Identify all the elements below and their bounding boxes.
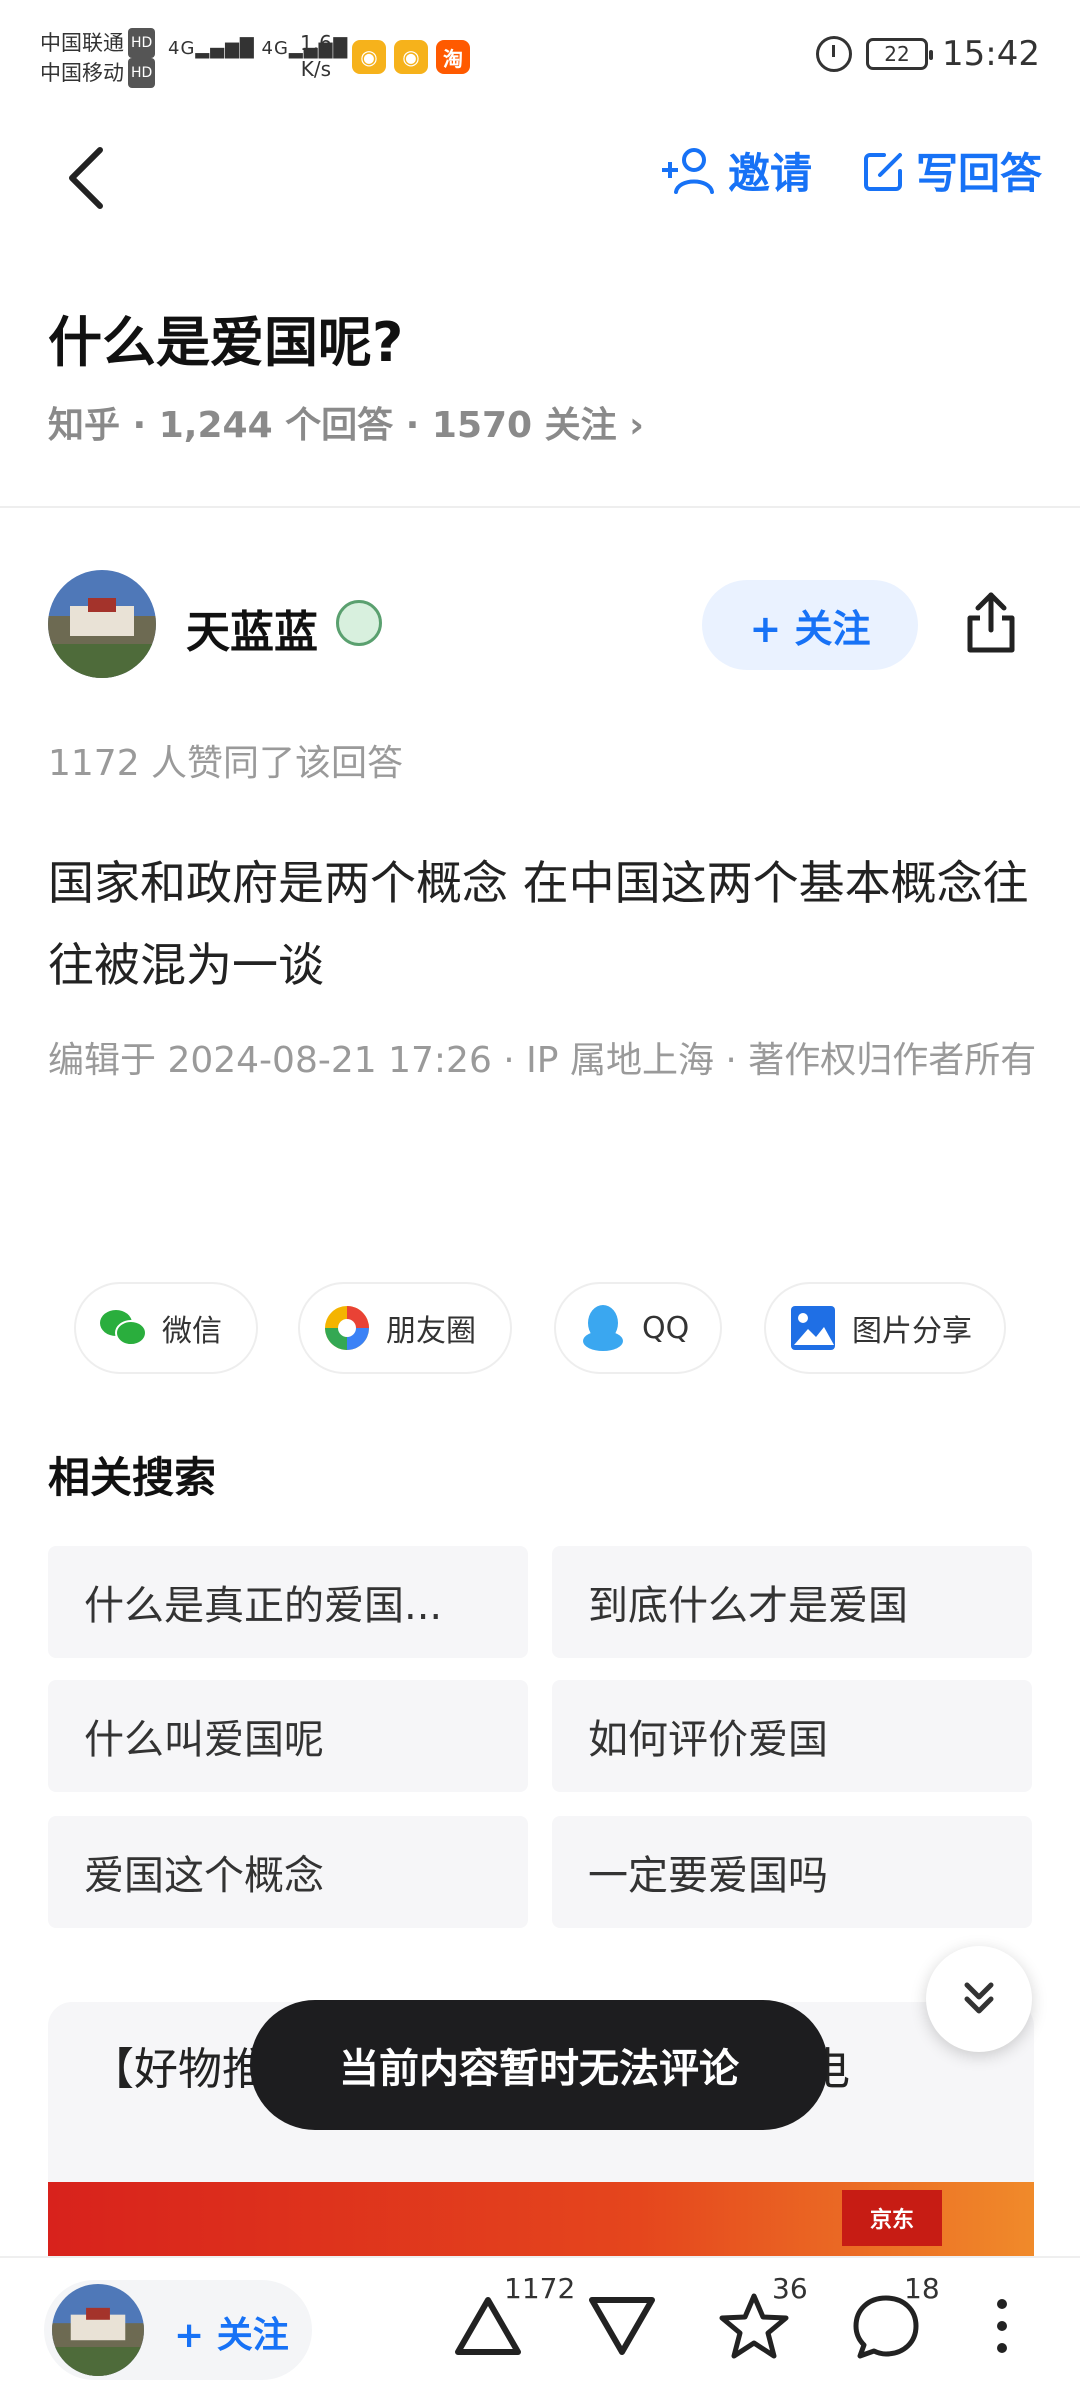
nav-actions: 邀请 写回答 bbox=[660, 140, 1042, 201]
upvote-count: 1172 bbox=[504, 2272, 576, 2305]
invite-label: 邀请 bbox=[727, 149, 812, 198]
status-right: 22 15:42 bbox=[816, 34, 1040, 74]
avatar-image bbox=[48, 570, 156, 678]
hd-badge: HD bbox=[128, 58, 156, 88]
related-search-item[interactable]: 如何评价爱国 bbox=[552, 1680, 1032, 1792]
net-speed: 1.6 K/s bbox=[300, 30, 332, 82]
weibo-icon: ◉ bbox=[394, 40, 428, 74]
more-vertical-icon bbox=[997, 2299, 1007, 2353]
taobao-icon: 淘 bbox=[436, 40, 470, 74]
alarm-icon bbox=[816, 36, 853, 72]
invite-button[interactable]: 邀请 bbox=[660, 140, 812, 201]
share-image-button[interactable]: 图片分享 bbox=[764, 1282, 1006, 1374]
weibo-icon: ◉ bbox=[352, 40, 386, 74]
edit-info: 编辑于 2024-08-21 17:26 · IP 属地上海 · 著作权归作者所… bbox=[48, 1040, 1037, 1081]
edit-icon bbox=[863, 152, 902, 191]
favorite-count: 36 bbox=[772, 2272, 808, 2305]
question-meta[interactable]: 知乎 · 1,244 个回答 · 1570 关注 › bbox=[48, 396, 644, 448]
qq-icon bbox=[578, 1303, 628, 1353]
author-name[interactable]: 天蓝蓝 bbox=[186, 596, 318, 660]
share-icon bbox=[967, 592, 1015, 653]
wechat-label: 微信 bbox=[162, 1314, 222, 1349]
downvote-button[interactable] bbox=[586, 2290, 658, 2362]
share-qq-button[interactable]: QQ bbox=[554, 1282, 722, 1374]
battery-level: 22 bbox=[884, 42, 910, 66]
bottom-bar: + 关注 1172 36 18 bbox=[0, 2256, 1080, 2400]
moments-label: 朋友圈 bbox=[386, 1314, 476, 1349]
ad-banner: 京东 bbox=[48, 2182, 1034, 2258]
hd-badge: HD bbox=[128, 28, 156, 58]
share-wechat-button[interactable]: 微信 bbox=[74, 1282, 258, 1374]
qq-label: QQ bbox=[642, 1310, 690, 1346]
comment-count: 18 bbox=[904, 2272, 940, 2305]
bottom-follow-button[interactable]: + 关注 bbox=[44, 2280, 312, 2380]
likes-count: 1172 人赞同了该回答 bbox=[48, 743, 404, 784]
status-bar: 中国联通 HD 中国移动 HD 4G▂▄▆█ 4G▂▄▆█ 1.6 K/s ◉ ◉ … bbox=[0, 0, 1080, 110]
write-answer-button[interactable]: 写回答 bbox=[862, 140, 1042, 201]
follow-button[interactable]: + 关注 bbox=[702, 580, 918, 670]
bottom-follow-label: + 关注 bbox=[174, 2315, 289, 2356]
related-search-item[interactable]: 到底什么才是爱国 bbox=[552, 1546, 1032, 1658]
signal-4g-1: 4G bbox=[168, 38, 196, 59]
carrier-info: 中国联通 HD 中国移动 HD bbox=[40, 28, 156, 88]
divider bbox=[0, 506, 1080, 508]
net-speed-value: 1.6 bbox=[300, 31, 332, 55]
author-avatar[interactable] bbox=[48, 570, 156, 678]
answer-content: 国家和政府是两个概念 在中国这两个基本概念往往被混为一谈 bbox=[48, 856, 1029, 992]
image-share-label: 图片分享 bbox=[852, 1314, 972, 1349]
related-search-title: 相关搜索 bbox=[48, 1453, 217, 1502]
carrier-1: 中国联通 bbox=[40, 31, 124, 55]
toast-message: 当前内容暂时无法评论 bbox=[250, 2000, 828, 2130]
clock: 15:42 bbox=[942, 34, 1040, 74]
jd-logo: 京东 bbox=[842, 2190, 942, 2246]
downvote-icon bbox=[589, 2297, 655, 2355]
scroll-down-button[interactable] bbox=[926, 1946, 1032, 2052]
question-title[interactable]: 什么是爱国呢? bbox=[48, 298, 403, 377]
write-answer-label: 写回答 bbox=[915, 149, 1042, 198]
add-user-icon bbox=[661, 147, 714, 194]
notification-icons: ◉ ◉ 淘 bbox=[352, 40, 470, 74]
related-search-item[interactable]: 爱国这个概念 bbox=[48, 1816, 528, 1928]
author-avatar-small bbox=[52, 2284, 144, 2376]
related-search-item[interactable]: 什么是真正的爱国... bbox=[48, 1546, 528, 1658]
verified-badge-icon bbox=[336, 600, 382, 646]
net-speed-unit: K/s bbox=[300, 57, 332, 81]
more-button[interactable] bbox=[984, 2290, 1020, 2362]
wechat-icon bbox=[98, 1303, 148, 1353]
signal-4g-2: 4G bbox=[261, 38, 289, 59]
share-moments-button[interactable]: 朋友圈 bbox=[298, 1282, 512, 1374]
related-search-item[interactable]: 一定要爱国吗 bbox=[552, 1816, 1032, 1928]
moments-icon bbox=[322, 1303, 372, 1353]
image-share-icon bbox=[788, 1303, 838, 1353]
share-button[interactable] bbox=[962, 590, 1020, 656]
related-search-item[interactable]: 什么叫爱国呢 bbox=[48, 1680, 528, 1792]
double-chevron-down-icon bbox=[964, 1982, 994, 2014]
back-button[interactable] bbox=[58, 138, 118, 218]
battery-icon: 22 bbox=[866, 38, 934, 70]
carrier-2: 中国移动 bbox=[40, 61, 124, 85]
chevron-left-icon bbox=[69, 147, 103, 209]
